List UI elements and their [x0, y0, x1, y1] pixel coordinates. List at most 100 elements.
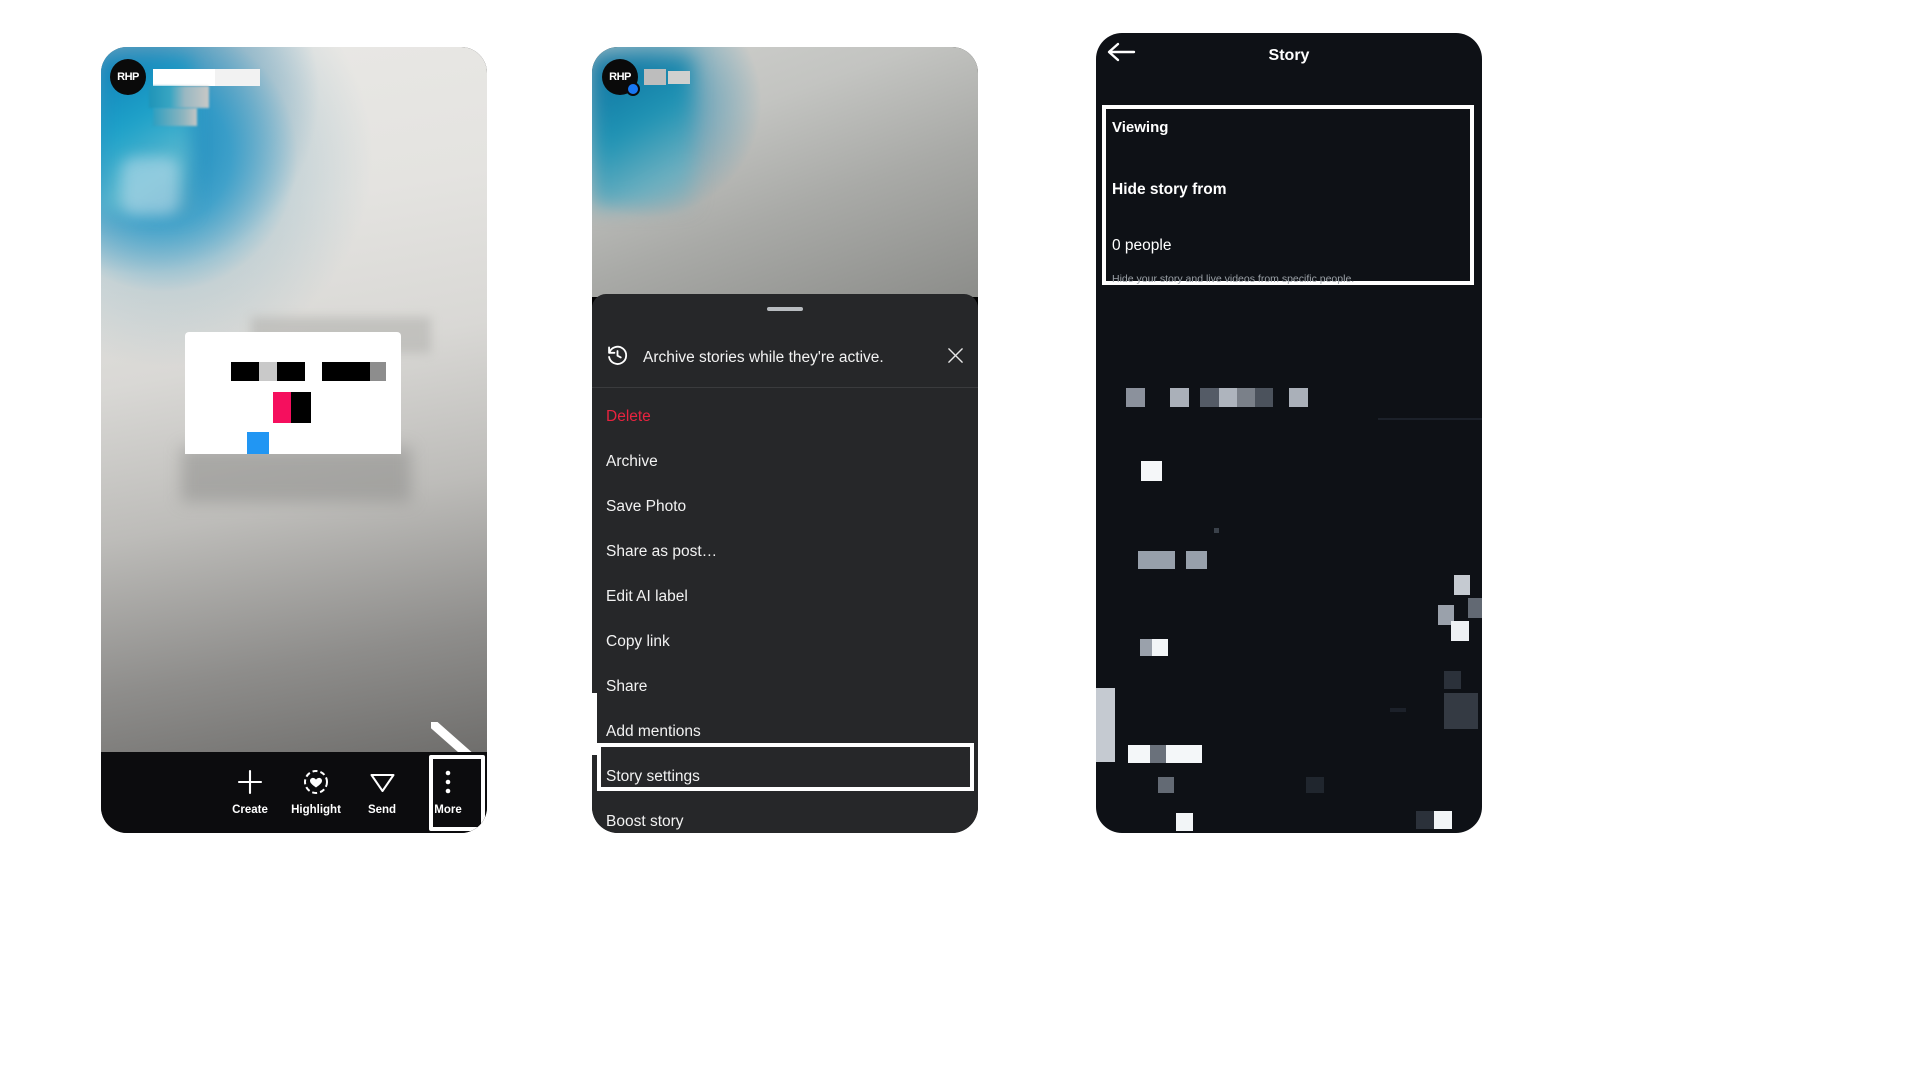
- redaction-block-pink: [273, 392, 291, 423]
- menu-item-share-as-post[interactable]: Share as post…: [592, 529, 978, 574]
- redaction-block: [322, 362, 370, 381]
- redaction-block: [1200, 388, 1219, 407]
- redaction-block: [1126, 388, 1145, 407]
- menu-item-label: Boost story: [606, 812, 684, 830]
- menu-item-label: Share: [606, 677, 648, 695]
- menu-item-story-settings[interactable]: Story settings: [592, 754, 978, 799]
- redacted-username-block-2: [668, 71, 690, 84]
- settings-header: Story: [1096, 33, 1482, 75]
- redaction-block: [1141, 461, 1162, 481]
- setting-value-people: 0 people: [1112, 237, 1172, 254]
- toolbar-item-create[interactable]: Create: [217, 769, 283, 816]
- avatar[interactable]: RHP: [110, 59, 146, 95]
- plus-icon: [237, 769, 263, 795]
- redaction-block: [1416, 811, 1434, 829]
- menu-item-share[interactable]: Share: [592, 664, 978, 709]
- redaction-block: [1186, 551, 1207, 569]
- redaction-block: [231, 362, 259, 381]
- story-content-card: [185, 332, 401, 454]
- redaction-block: [1096, 688, 1115, 762]
- archive-stories-row[interactable]: Archive stories while they're active.: [592, 328, 978, 388]
- menu-item-label: Delete: [606, 407, 651, 425]
- toolbar-label-create: Create: [232, 804, 268, 816]
- menu-item-save-photo[interactable]: Save Photo: [592, 484, 978, 529]
- menu-item-edit-ai-label[interactable]: Edit AI label: [592, 574, 978, 619]
- toolbar-label-highlight: Highlight: [291, 804, 341, 816]
- page-title: Story: [1268, 47, 1310, 64]
- options-bottom-sheet: Archive stories while they're active. De…: [592, 294, 978, 833]
- redaction-block: [1150, 745, 1166, 763]
- redaction-dot: [1214, 528, 1219, 533]
- redaction-block: [1468, 598, 1482, 618]
- redaction-block: [291, 392, 311, 423]
- redaction-block: [1390, 708, 1406, 712]
- redaction-block: [1451, 621, 1469, 641]
- blurred-photo-detail: [121, 157, 179, 215]
- toolbar-item-more[interactable]: More: [415, 769, 481, 816]
- redaction-block: [1434, 811, 1452, 829]
- history-clock-icon: [606, 344, 629, 372]
- divider: [1378, 418, 1482, 420]
- redaction-block: [259, 362, 277, 381]
- redaction-block-blue: [247, 432, 269, 454]
- redaction-block: [1306, 777, 1324, 793]
- toolbar-item-highlight[interactable]: Highlight: [283, 769, 349, 816]
- highlight-heart-icon: [303, 769, 329, 795]
- redaction-block: [1289, 388, 1308, 407]
- redaction-block: [1152, 639, 1168, 656]
- redaction-block: [1444, 671, 1461, 689]
- setting-title-hide-story: Hide story from: [1112, 181, 1227, 198]
- avatar-label: RHP: [117, 71, 139, 83]
- redaction-block: [370, 362, 386, 381]
- phone-panel-story-settings: Story Viewing Hide story from 0 people H…: [1096, 33, 1482, 833]
- redacted-username-block-2: [215, 69, 260, 86]
- menu-item-label: Edit AI label: [606, 587, 688, 605]
- setting-description: Hide your story and live videos from spe…: [1112, 273, 1355, 285]
- redaction-block: [1255, 388, 1273, 407]
- archive-stories-label: Archive stories while they're active.: [643, 348, 884, 366]
- redaction-block: [277, 362, 305, 381]
- redaction-block: [1237, 388, 1255, 407]
- phone-panel-story-view: RHP Create Highlight Send More: [101, 47, 487, 833]
- close-x-icon[interactable]: [947, 347, 964, 369]
- menu-item-delete[interactable]: Delete: [592, 394, 978, 439]
- menu-item-copy-link[interactable]: Copy link: [592, 619, 978, 664]
- send-paper-plane-icon: [369, 769, 396, 795]
- avatar-label: RHP: [609, 71, 631, 83]
- menu-item-label: Archive: [606, 452, 658, 470]
- back-arrow-icon[interactable]: [1106, 41, 1136, 68]
- phone-panel-story-options: RHP Archive stories while they're active…: [592, 47, 978, 833]
- menu-item-archive[interactable]: Archive: [592, 439, 978, 484]
- menu-item-boost-story[interactable]: Boost story: [592, 799, 978, 833]
- viewing-section-highlight-box: Viewing Hide story from 0 people Hide yo…: [1102, 105, 1474, 285]
- redaction-block: [1176, 813, 1193, 831]
- menu-item-label: Add mentions: [606, 722, 701, 740]
- screenshot-board: RHP Create Highlight Send More RHP Archi…: [0, 0, 1920, 1080]
- menu-item-add-mentions[interactable]: Add mentions: [592, 709, 978, 754]
- redaction-block: [1219, 388, 1237, 407]
- menu-item-label: Share as post…: [606, 542, 718, 560]
- blurred-shadow: [181, 447, 411, 502]
- avatar-add-badge-icon: [626, 82, 640, 96]
- toolbar-item-send[interactable]: Send: [349, 769, 415, 816]
- menu-item-label: Copy link: [606, 632, 670, 650]
- pixelated-block-2: [153, 108, 197, 126]
- redaction-block: [1158, 777, 1174, 793]
- story-action-toolbar: Create Highlight Send More: [101, 752, 487, 833]
- redaction-block: [1454, 575, 1470, 595]
- pixelated-block: [149, 86, 209, 108]
- redacted-username-block: [153, 69, 215, 86]
- section-label-viewing: Viewing: [1112, 119, 1169, 136]
- highlight-left-edge: [592, 693, 597, 755]
- toolbar-label-send: Send: [367, 804, 397, 816]
- toolbar-label-more: More: [434, 804, 462, 816]
- three-dots-vertical-icon: [445, 769, 451, 795]
- redacted-username-block: [644, 69, 666, 85]
- menu-item-label: Story settings: [606, 767, 700, 785]
- redaction-block: [1170, 388, 1189, 407]
- redaction-block: [1140, 639, 1152, 656]
- redaction-block: [1128, 745, 1150, 763]
- redaction-block: [1166, 745, 1202, 763]
- redaction-block: [1138, 551, 1175, 569]
- sheet-drag-handle[interactable]: [767, 307, 803, 311]
